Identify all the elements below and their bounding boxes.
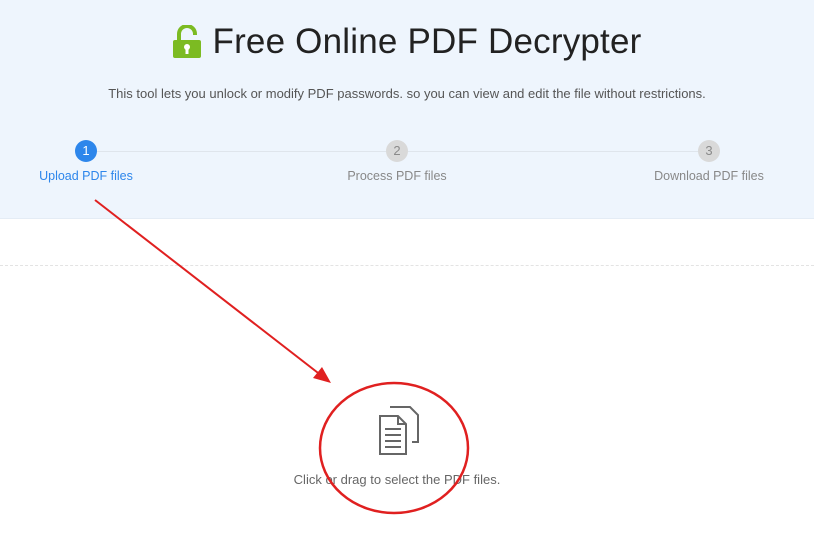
step-number: 1 — [75, 140, 97, 162]
document-icon — [379, 406, 419, 455]
step-number: 3 — [698, 140, 720, 162]
file-drop-zone[interactable]: Click or drag to select the PDF files. — [200, 380, 600, 520]
step-label: Process PDF files — [347, 169, 447, 183]
step-number: 2 — [386, 140, 408, 162]
dashed-divider — [0, 265, 814, 266]
step-upload: 1 Upload PDF files — [0, 140, 186, 183]
page-title: Free Online PDF Decrypter — [212, 22, 642, 61]
title-row: Free Online PDF Decrypter — [0, 18, 814, 66]
page-subtitle: This tool lets you unlock or modify PDF … — [108, 86, 706, 101]
step-label: Upload PDF files — [39, 169, 133, 183]
step-download: 3 Download PDF files — [609, 140, 809, 183]
annotation-arrow-line — [94, 199, 323, 377]
drop-zone-text: Click or drag to select the PDF files. — [293, 472, 501, 487]
page-header: Free Online PDF Decrypter This tool lets… — [0, 0, 814, 219]
step-label: Download PDF files — [654, 169, 764, 183]
step-process: 2 Process PDF files — [297, 140, 497, 183]
unlock-icon — [173, 25, 202, 58]
